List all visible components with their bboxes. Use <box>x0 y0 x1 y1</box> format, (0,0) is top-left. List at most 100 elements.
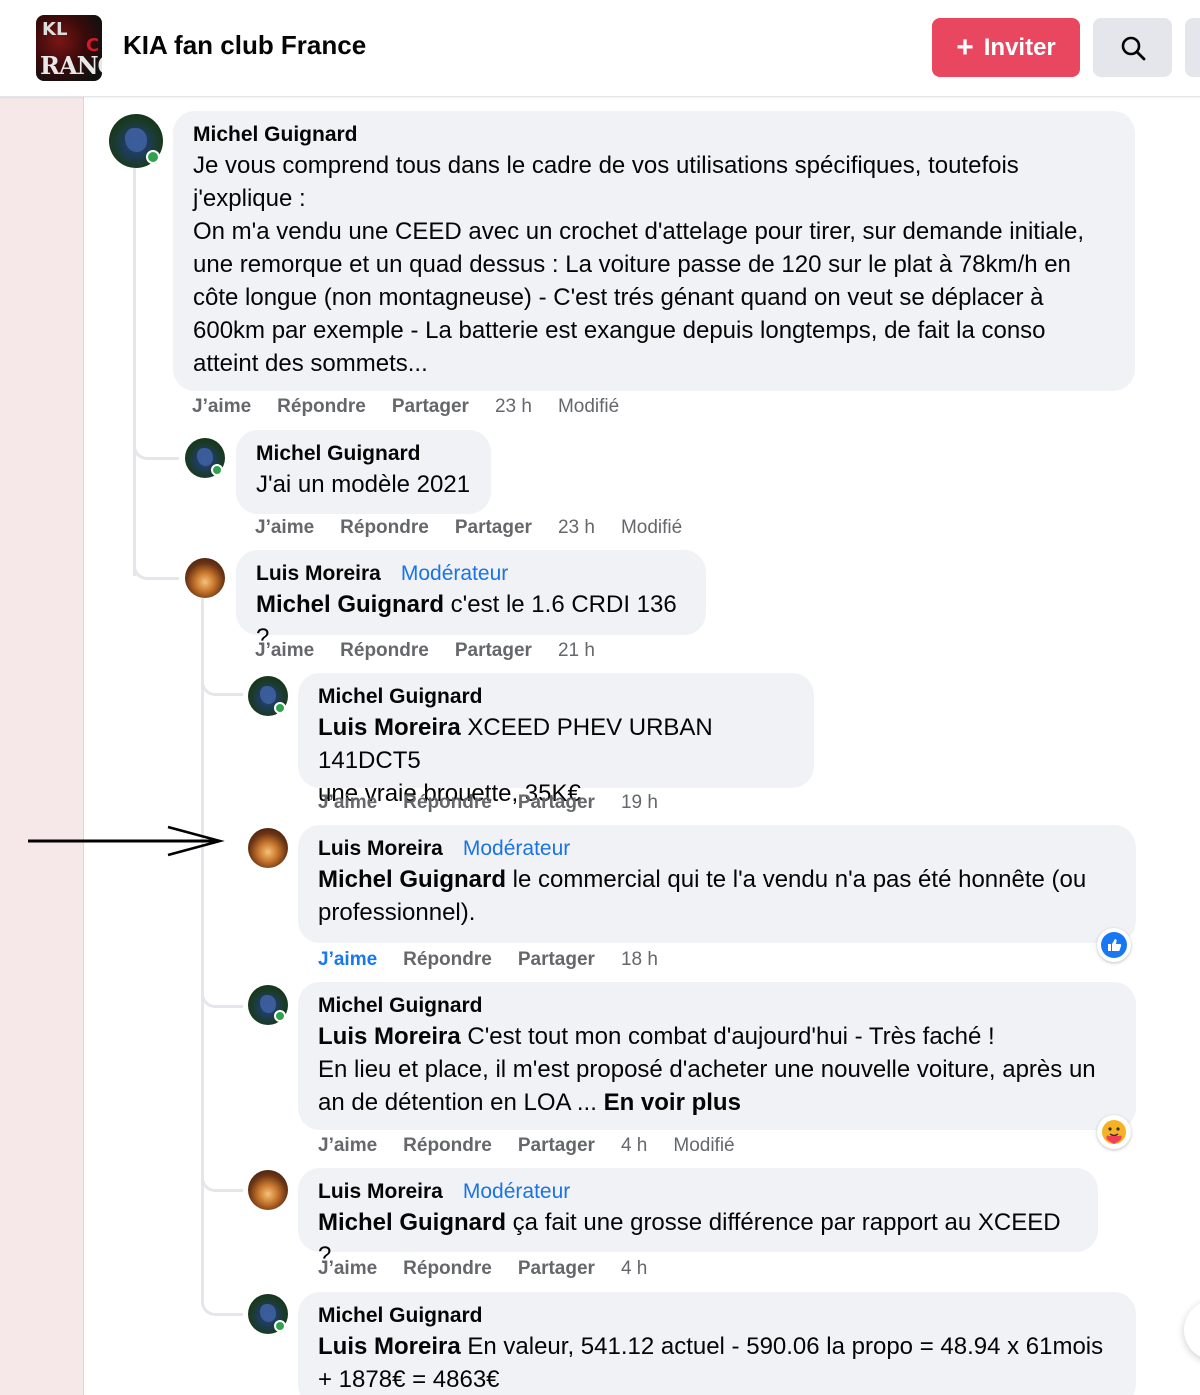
share-button[interactable]: Partager <box>518 1135 595 1157</box>
like-button[interactable]: J’aime <box>318 1135 377 1157</box>
comment-text-line: En lieu et place, il m'est proposé d'ach… <box>318 1056 1096 1083</box>
thread-connector-6 <box>201 1296 243 1316</box>
comment-text-body: C'est tout mon combat d'aujourd'hui - Tr… <box>460 1023 995 1050</box>
mention-link[interactable]: Michel Guignard <box>318 866 506 893</box>
online-status-dot <box>274 1320 286 1332</box>
share-button[interactable]: Partager <box>392 396 469 418</box>
comment-actions: J’aime Répondre Partager 21 h <box>255 640 595 662</box>
comment-text-body: le commercial qui te l'a vendu n'a pas é… <box>506 866 1087 893</box>
invite-label: Inviter <box>983 33 1056 61</box>
comment-author[interactable]: Luis Moreira <box>318 837 443 861</box>
search-button[interactable] <box>1093 18 1172 77</box>
like-button[interactable]: J’aime <box>318 792 377 814</box>
online-status-dot <box>146 150 160 164</box>
edited-label[interactable]: Modifié <box>621 517 682 539</box>
online-status-dot <box>274 1010 286 1022</box>
reply-button[interactable]: Répondre <box>340 640 429 662</box>
care-emoji-icon <box>1102 1120 1126 1144</box>
mention-link[interactable]: Luis Moreira <box>318 714 461 741</box>
reply-button[interactable]: Répondre <box>277 396 366 418</box>
more-button[interactable] <box>1185 18 1200 77</box>
comment-actions: J’aime Répondre Partager 23 h Modifié <box>255 517 682 539</box>
comment-bubble: Michel Guignard Je vous comprend tous da… <box>173 111 1135 391</box>
mention-link[interactable]: Michel Guignard <box>318 1209 506 1236</box>
like-button[interactable]: J’aime <box>255 640 314 662</box>
comment-timestamp[interactable]: 4 h <box>621 1258 647 1280</box>
comment-text-line: j'explique : <box>193 185 306 212</box>
comment-author[interactable]: Luis Moreira <box>318 1180 443 1204</box>
comment-timestamp[interactable]: 19 h <box>621 792 658 814</box>
see-more-link[interactable]: En voir plus <box>604 1089 741 1116</box>
reply-button[interactable]: Répondre <box>340 517 429 539</box>
comment-actions: J’aime Répondre Partager 18 h <box>318 949 658 971</box>
comment-text-line: 600km par exemple - La batterie est exan… <box>193 317 1046 344</box>
logo-text-bottom: RANC <box>40 51 102 80</box>
comment-author[interactable]: Luis Moreira <box>256 562 381 586</box>
avatar[interactable] <box>248 1170 288 1210</box>
group-title[interactable]: KIA fan club France <box>123 30 366 61</box>
like-button[interactable]: J’aime <box>318 1258 377 1280</box>
comment-text-line: professionnel). <box>318 899 476 926</box>
comment-text: Je vous comprend tous dans le cadre de v… <box>193 149 1115 380</box>
plus-icon: + <box>956 30 974 64</box>
floating-chat-button[interactable] <box>1184 1300 1200 1360</box>
comment-timestamp[interactable]: 23 h <box>495 396 532 418</box>
comment-author[interactable]: Michel Guignard <box>256 442 421 466</box>
share-button[interactable]: Partager <box>518 949 595 971</box>
thumbs-up-icon <box>1101 932 1127 958</box>
group-header: KL C RANC KIA fan club France + Inviter <box>0 0 1200 97</box>
like-button[interactable]: J’aime <box>318 949 377 971</box>
thread-connector-4 <box>201 988 243 1008</box>
online-status-dot <box>274 702 286 714</box>
mention-link[interactable]: Luis Moreira <box>318 1023 461 1050</box>
comment-author[interactable]: Michel Guignard <box>318 685 483 709</box>
reply-button[interactable]: Répondre <box>403 1258 492 1280</box>
annotation-arrow <box>28 825 225 857</box>
comment-bubble: Luis Moreira Modérateur Michel Guignard … <box>298 1168 1098 1269</box>
mention-link[interactable]: Michel Guignard <box>256 591 444 618</box>
invite-button[interactable]: + Inviter <box>932 18 1080 77</box>
like-button[interactable]: J’aime <box>255 517 314 539</box>
edited-label[interactable]: Modifié <box>558 396 619 418</box>
like-reaction-icon[interactable] <box>1097 928 1131 962</box>
thread-connector-5 <box>201 1172 243 1192</box>
comment-timestamp[interactable]: 23 h <box>558 517 595 539</box>
comment-text-line: + 1878€ = 4863€ <box>318 1366 500 1393</box>
moderator-badge[interactable]: Modérateur <box>463 1180 570 1204</box>
search-icon <box>1121 36 1145 60</box>
comment-text: J'ai un modèle 2021 <box>256 471 471 498</box>
edited-label[interactable]: Modifié <box>673 1135 734 1157</box>
reply-button[interactable]: Répondre <box>403 792 492 814</box>
care-reaction-icon[interactable] <box>1097 1115 1131 1149</box>
comment-timestamp[interactable]: 18 h <box>621 949 658 971</box>
comment-author[interactable]: Michel Guignard <box>318 994 483 1018</box>
comment-author[interactable]: Michel Guignard <box>318 1304 483 1328</box>
reply-button[interactable]: Répondre <box>403 1135 492 1157</box>
comment-timestamp[interactable]: 4 h <box>621 1135 647 1157</box>
mention-link[interactable]: Luis Moreira <box>318 1333 461 1360</box>
comment-actions: J’aime Répondre Partager 4 h Modifié <box>318 1135 735 1157</box>
avatar[interactable] <box>248 828 288 868</box>
comment-timestamp[interactable]: 21 h <box>558 640 595 662</box>
comment-bubble: Luis Moreira Modérateur Michel Guignard … <box>298 825 1136 943</box>
moderator-badge[interactable]: Modérateur <box>401 562 508 586</box>
comment-bubble: Michel Guignard Luis Moreira XCEED PHEV … <box>298 673 814 807</box>
comment-author[interactable]: Michel Guignard <box>193 123 358 147</box>
share-button[interactable]: Partager <box>518 1258 595 1280</box>
reply-button[interactable]: Répondre <box>403 949 492 971</box>
comment-text-line: côte longue (non montagneuse) - C'est tr… <box>193 284 1044 311</box>
comment-actions: J’aime Répondre Partager 4 h <box>318 1258 647 1280</box>
comment-text-line: atteint des sommets... <box>193 350 428 377</box>
like-button[interactable]: J’aime <box>192 396 251 418</box>
avatar[interactable] <box>185 558 225 598</box>
share-button[interactable]: Partager <box>455 517 532 539</box>
comment-text: Michel Guignard le commercial qui te l'a… <box>318 863 1116 929</box>
group-logo[interactable]: KL C RANC <box>36 15 102 81</box>
comment-text-line: On m'a vendu une CEED avec un crochet d'… <box>193 218 1084 245</box>
comment-bubble: Luis Moreira Modérateur Michel Guignard … <box>236 550 706 651</box>
share-button[interactable]: Partager <box>455 640 532 662</box>
share-button[interactable]: Partager <box>518 792 595 814</box>
comment-text: Luis Moreira C'est tout mon combat d'auj… <box>318 1020 1116 1119</box>
moderator-badge[interactable]: Modérateur <box>463 837 570 861</box>
comment-text-line: an de détention en LOA ... <box>318 1089 604 1116</box>
